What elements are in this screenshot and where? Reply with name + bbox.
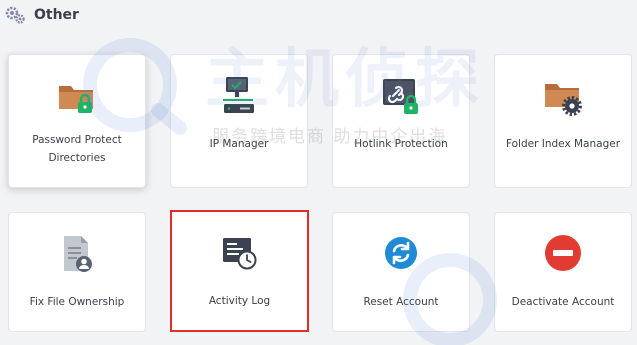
card-label: Password Protect Directories xyxy=(32,134,122,164)
ip-network-icon xyxy=(218,75,260,117)
minus-circle-icon xyxy=(542,233,584,275)
gears-icon xyxy=(5,6,25,24)
card-label: Fix File Ownership xyxy=(29,296,125,308)
refresh-circle-icon xyxy=(380,233,422,275)
folder-gear-icon xyxy=(542,75,584,117)
hotlink-lock-icon xyxy=(380,75,422,117)
section-header: Other xyxy=(4,3,79,27)
file-user-icon xyxy=(56,233,98,275)
card-fix-file-ownership[interactable]: Fix File Ownership xyxy=(8,212,146,332)
card-password-protect-directories[interactable]: Password Protect Directories xyxy=(8,54,146,188)
card-reset-account[interactable]: Reset Account xyxy=(332,212,470,332)
folder-lock-icon xyxy=(56,75,98,117)
card-hotlink-protection[interactable]: Hotlink Protection xyxy=(332,54,470,188)
activity-log-clock-icon xyxy=(219,232,261,274)
card-label: Reset Account xyxy=(363,296,439,308)
card-label: IP Manager xyxy=(209,138,269,150)
card-label: Deactivate Account xyxy=(511,296,615,308)
card-ip-manager[interactable]: IP Manager xyxy=(170,54,308,188)
card-deactivate-account[interactable]: Deactivate Account xyxy=(494,212,632,332)
card-label: Hotlink Protection xyxy=(354,138,448,150)
card-folder-index-manager[interactable]: Folder Index Manager xyxy=(494,54,632,188)
card-label: Folder Index Manager xyxy=(505,138,621,150)
section-title: Other xyxy=(34,7,79,23)
card-label: Activity Log xyxy=(208,295,271,307)
card-activity-log[interactable]: Activity Log xyxy=(170,210,309,332)
